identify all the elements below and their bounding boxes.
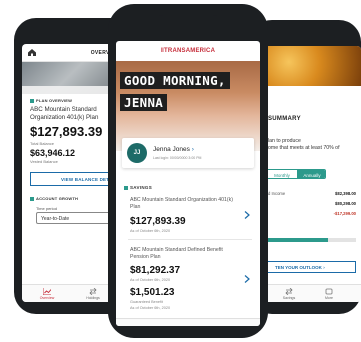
plan-name: ABC Mountain Standard Organization 401(k… xyxy=(30,106,99,121)
user-name: Jenna Jones › xyxy=(153,146,194,153)
swap-icon xyxy=(285,288,293,295)
user-card[interactable]: JJ Jenna Jones › Last login: 00/00/0000 … xyxy=(122,138,254,168)
savings-label: SAVINGS xyxy=(124,185,152,190)
divider xyxy=(128,239,252,240)
greeting-line-1: GOOD MORNING, xyxy=(120,72,230,89)
greeting-line-2: JENNA xyxy=(120,94,168,111)
chevron-right-icon: › xyxy=(191,146,194,153)
chevron-right-icon[interactable] xyxy=(244,211,250,219)
account-name: ABC Mountain Standard Organization 401(k… xyxy=(130,197,233,210)
account-as-of: As of October 6th, 2020 xyxy=(130,306,171,310)
tab-bar xyxy=(116,318,260,326)
account-name: ABC Mountain Standard Defined Benefit Pe… xyxy=(130,247,223,260)
chart-icon xyxy=(43,288,51,295)
account-balance: $81,292.37 xyxy=(130,265,181,276)
home-screen: ‖TRANSAMERICA GOOD MORNING, JENNA JJ Jen… xyxy=(116,41,260,326)
summary-text-2: ome that meets at least 70% of xyxy=(268,145,340,151)
income-gauge xyxy=(268,238,356,242)
tab-overview[interactable]: Overview xyxy=(32,288,62,300)
account-as-of: As of October 6th, 2020 xyxy=(130,229,171,233)
tab-savings[interactable]: Savings xyxy=(274,288,304,300)
income-row-1: d Income $82,398.00 xyxy=(268,191,356,196)
tab-bar: Savings More xyxy=(258,284,361,302)
summary-text-1: lan to produce xyxy=(268,138,301,144)
phone-notch xyxy=(154,4,222,16)
more-icon xyxy=(325,288,333,295)
period-toggle[interactable]: Monthly Annually xyxy=(266,169,326,179)
vested-balance-label: Vested Balance xyxy=(30,159,58,164)
avatar: JJ xyxy=(127,143,147,163)
tab-more[interactable]: More xyxy=(314,288,344,300)
time-period-label: Time period xyxy=(36,206,57,211)
total-balance: $127,893.39 xyxy=(30,124,103,139)
summary-heading: SUMMARY xyxy=(268,116,301,122)
account-balance: $1,501.23 xyxy=(130,287,175,298)
section-label: PLAN OVERVIEW xyxy=(30,98,72,103)
monthly-option[interactable]: Monthly xyxy=(267,170,297,178)
chevron-right-icon: › xyxy=(323,265,325,270)
account-balance: $127,893.39 xyxy=(130,216,186,227)
flag-icon xyxy=(124,185,128,190)
vested-balance: $63,946.12 xyxy=(30,148,76,158)
home-icon[interactable] xyxy=(28,49,36,56)
last-login: Last login: 00/00/0000 3:00 PM xyxy=(153,156,202,160)
annually-option[interactable]: Annually xyxy=(297,170,325,178)
hero-image xyxy=(258,46,361,86)
flag-icon xyxy=(30,98,34,103)
phone-center: ‖TRANSAMERICA GOOD MORNING, JENNA JJ Jen… xyxy=(108,4,268,338)
brand-logo: ‖TRANSAMERICA xyxy=(160,48,216,54)
account-sub-label: Guaranteed Benefit xyxy=(130,300,163,304)
tab-holdings[interactable]: Holdings xyxy=(78,288,108,300)
total-balance-label: Total Balance xyxy=(30,141,55,146)
account-as-of: As of October 6th, 2020 xyxy=(130,278,171,282)
outlook-screen: SUMMARY lan to produce ome that meets at… xyxy=(258,46,361,302)
flag-icon xyxy=(30,196,34,201)
outlook-button[interactable]: TEN YOUR OUTLOOK › xyxy=(266,261,356,273)
account-growth-label: ACCOUNT GROWTH xyxy=(30,196,78,201)
swap-icon xyxy=(89,288,97,295)
chevron-right-icon[interactable] xyxy=(244,275,250,283)
